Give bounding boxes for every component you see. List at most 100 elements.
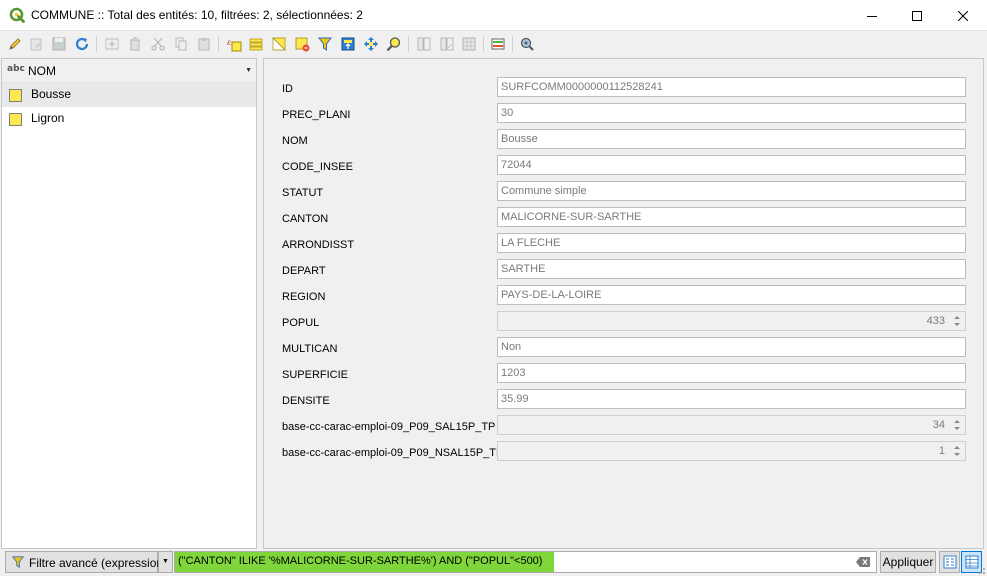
filter-select-button[interactable]: [316, 35, 334, 53]
filter-mode-dropdown[interactable]: ▼: [158, 551, 173, 573]
minimize-button[interactable]: [849, 0, 895, 31]
add-feature-button[interactable]: [103, 35, 121, 53]
qgis-logo-icon: [9, 7, 25, 23]
spin-arrows-icon[interactable]: [951, 314, 963, 328]
pan-to-selection-button[interactable]: [362, 35, 380, 53]
field-label-id: ID: [282, 83, 293, 95]
filter-mode-button[interactable]: Filtre avancé (expression): [5, 551, 167, 573]
paste-button[interactable]: [195, 35, 213, 53]
field-input-nom[interactable]: Bousse: [497, 129, 966, 149]
add-feature-icon: [105, 38, 119, 50]
cut-button[interactable]: [149, 35, 167, 53]
field-label-multican: MULTICAN: [282, 343, 338, 355]
field-input-region[interactable]: PAYS-DE-LA-LOIRE: [497, 285, 966, 305]
feature-label: Ligron: [31, 111, 65, 125]
deselect-all-button[interactable]: [293, 35, 311, 53]
field-label-superficie: SUPERFICIE: [282, 369, 349, 381]
field-label-code-insee: CODE_INSEE: [282, 161, 353, 173]
field-input-multican[interactable]: Non: [497, 337, 966, 357]
chevron-down-icon[interactable]: ▼: [245, 67, 252, 74]
field-input-canton[interactable]: MALICORNE-SUR-SARTHE: [497, 207, 966, 227]
paste-icon: [198, 38, 210, 51]
svg-text:ε: ε: [227, 38, 231, 47]
close-button[interactable]: [940, 0, 986, 31]
new-field-button[interactable]: [415, 35, 433, 53]
polygon-symbol-icon: [9, 113, 22, 126]
field-calculator-button[interactable]: [460, 35, 478, 53]
field-label-p09-nsal15p-tp: base-cc-carac-emploi-09_P09_NSAL15P_TP: [282, 447, 504, 459]
move-top-icon: [341, 37, 355, 51]
field-spinbox-p09-nsal15p-tp[interactable]: 1: [497, 441, 966, 461]
field-spinbox-popul[interactable]: 433: [497, 311, 966, 331]
move-selection-top-button[interactable]: [339, 35, 357, 53]
chevron-down-icon: ▼: [162, 558, 169, 565]
filter-icon: [318, 37, 332, 51]
attribute-toolbar: ε: [0, 31, 987, 57]
delete-field-icon: [440, 37, 454, 51]
spin-arrows-icon[interactable]: [951, 444, 963, 458]
apply-filter-button[interactable]: Appliquer: [880, 551, 936, 573]
field-input-statut[interactable]: Commune simple: [497, 181, 966, 201]
conditional-formatting-button[interactable]: [489, 35, 507, 53]
field-label-region: REGION: [282, 291, 326, 303]
text-field-icon: abc: [7, 64, 25, 74]
maximize-button[interactable]: [894, 0, 940, 31]
field-label-canton: CANTON: [282, 213, 329, 225]
filter-expression-input[interactable]: ("CANTON" ILIKE '%MALICORNE-SUR-SARTHE%'…: [174, 551, 877, 573]
save-edits-button[interactable]: [50, 35, 68, 53]
field-label-depart: DEPART: [282, 265, 326, 277]
select-all-icon: [249, 38, 263, 51]
feature-list-item[interactable]: Bousse: [2, 83, 256, 107]
field-label-arrondisst: ARRONDISST: [282, 239, 355, 251]
field-input-id[interactable]: SURFCOMM0000000112528241: [497, 77, 966, 97]
invert-selection-button[interactable]: [270, 35, 288, 53]
filter-bar: Filtre avancé (expression) ▼ ("CANTON" I…: [0, 549, 987, 576]
spin-arrows-icon[interactable]: [951, 418, 963, 432]
field-input-arrondisst[interactable]: LA FLECHE: [497, 233, 966, 253]
copy-button[interactable]: [172, 35, 190, 53]
polygon-symbol-icon: [9, 89, 22, 102]
field-input-densite[interactable]: 35.99: [497, 389, 966, 409]
toggle-editing-button[interactable]: [6, 35, 24, 53]
clear-icon[interactable]: [856, 557, 870, 567]
resize-grip-icon[interactable]: [974, 563, 986, 575]
feature-label: Bousse: [31, 87, 72, 101]
reload-icon: [75, 37, 89, 51]
select-all-button[interactable]: [247, 35, 265, 53]
field-input-code-insee[interactable]: 72044: [497, 155, 966, 175]
feature-list-item[interactable]: Ligron: [2, 107, 256, 131]
multi-edit-button[interactable]: [28, 35, 46, 53]
title-bar: COMMUNE :: Total des entités: 10, filtré…: [0, 0, 987, 31]
maximize-icon: [912, 10, 922, 21]
form-view-button[interactable]: [939, 551, 960, 573]
display-expression-selector[interactable]: abc NOM ▼: [2, 59, 256, 83]
deselect-icon: [295, 37, 310, 52]
delete-field-button[interactable]: [438, 35, 456, 53]
field-input-prec-plani[interactable]: 30: [497, 103, 966, 123]
form-view-icon: [943, 555, 956, 569]
close-icon: [958, 10, 968, 21]
actions-icon: [520, 37, 534, 51]
actions-button[interactable]: [518, 35, 536, 53]
copy-icon: [175, 37, 187, 51]
feature-list-panel: abc NOM ▼ Bousse Ligron: [1, 58, 257, 549]
field-label-nom: NOM: [282, 135, 308, 147]
field-spinbox-p09-sal15p-tp[interactable]: 34: [497, 415, 966, 435]
field-label-p09-sal15p-tp: base-cc-carac-emploi-09_P09_SAL15P_TP: [282, 421, 496, 433]
zoom-to-selection-button[interactable]: [385, 35, 403, 53]
conditional-format-icon: [491, 38, 505, 50]
expression-select-icon: ε: [227, 38, 242, 52]
field-input-superficie[interactable]: 1203: [497, 363, 966, 383]
pan-icon: [364, 37, 378, 51]
display-field-label: NOM: [28, 64, 56, 78]
reload-button[interactable]: [73, 35, 91, 53]
field-label-popul: POPUL: [282, 317, 320, 329]
field-input-depart[interactable]: SARTHE: [497, 259, 966, 279]
delete-feature-button[interactable]: [126, 35, 144, 53]
field-label-densite: DENSITE: [282, 395, 330, 407]
spinbox-value: 1: [938, 445, 945, 457]
save-icon: [52, 37, 66, 51]
attribute-form: ID SURFCOMM0000000112528241 PREC_PLANI 3…: [263, 58, 984, 549]
zoom-icon: [386, 37, 401, 52]
select-by-expression-button[interactable]: ε: [225, 35, 243, 53]
